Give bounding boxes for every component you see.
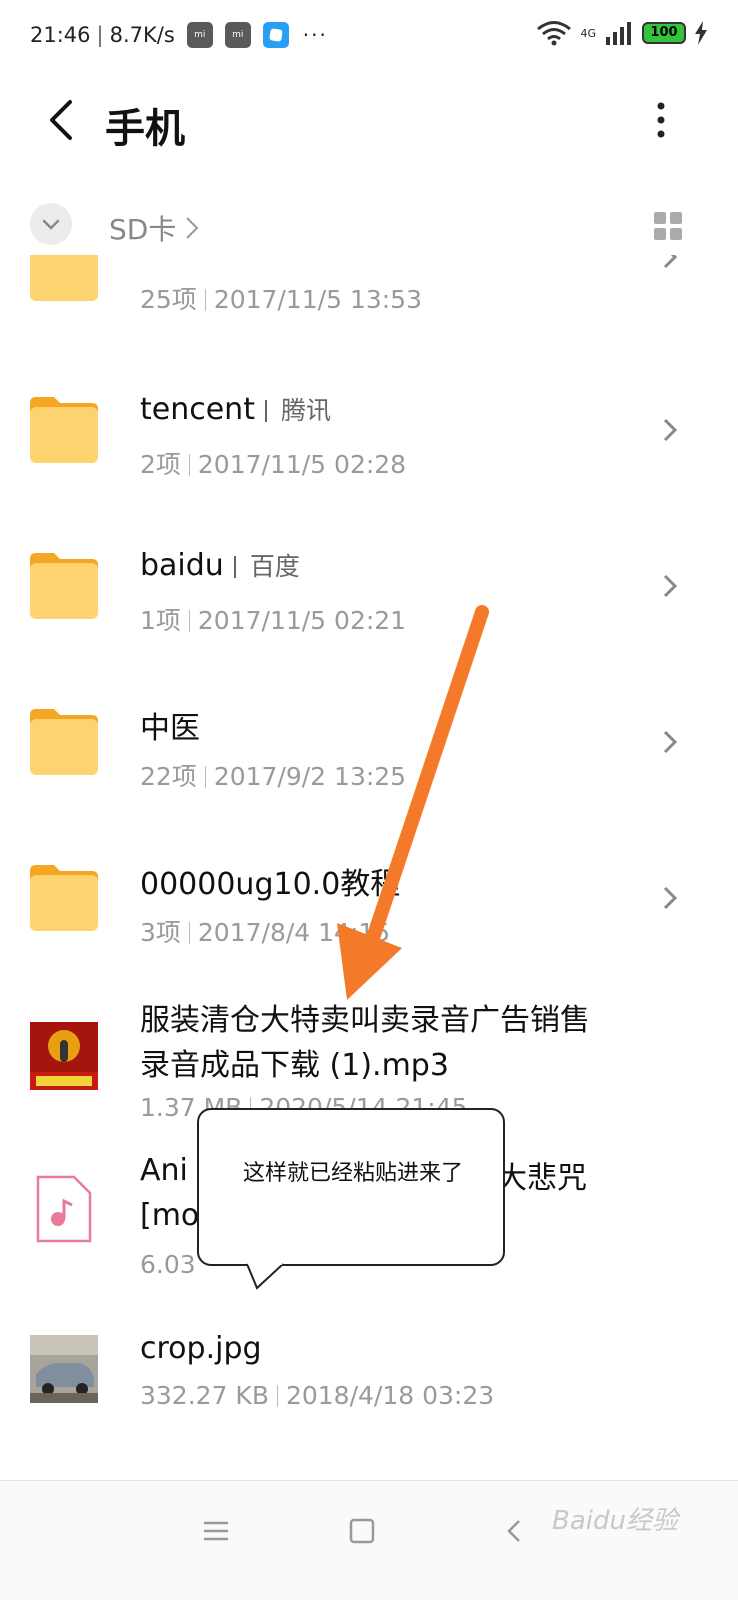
chevron-right-icon — [663, 886, 678, 910]
status-right: 4G 100 — [536, 20, 708, 46]
charging-icon — [695, 21, 707, 45]
item-name-line1: Ani — [140, 1153, 188, 1188]
battery-icon: 100 — [642, 22, 686, 44]
list-item[interactable]: 中医 22项 2017/9/2 13:25 — [0, 697, 738, 853]
item-name: 中医 — [140, 711, 200, 746]
item-meta: 3项 2017/8/4 14:15 — [140, 918, 391, 947]
item-name: crop.jpg — [140, 1331, 262, 1366]
item-name: tencent 腾讯 — [140, 392, 331, 427]
chevron-right-icon — [663, 574, 678, 598]
callout-bubble: 这样就已经粘贴进来了 — [197, 1108, 505, 1266]
item-meta: 25项 2017/11/5 13:53 — [140, 285, 422, 314]
more-options-icon[interactable] — [646, 98, 676, 142]
folder-icon — [30, 553, 98, 619]
network-type: 4G — [580, 26, 596, 40]
item-name-line1-tail: 大悲咒 — [497, 1161, 587, 1196]
item-meta: 22项 2017/9/2 13:25 — [140, 762, 407, 791]
network-speed: 8.7K/s — [109, 23, 175, 47]
list-item[interactable]: crop.jpg 332.27 KB 2018/4/18 03:23 — [0, 1325, 738, 1480]
chevron-right-icon — [663, 255, 678, 269]
folder-icon — [30, 865, 98, 931]
mi-app-icon-2 — [224, 22, 251, 48]
list-item[interactable]: tencent 腾讯 2项 2017/11/5 02:28 — [0, 385, 738, 541]
wifi-icon — [537, 21, 572, 46]
image-thumbnail — [30, 1335, 98, 1403]
item-meta: 2项 2017/11/5 02:28 — [140, 450, 407, 479]
breadcrumb-sd-card[interactable]: SD卡 — [109, 208, 176, 248]
item-name-line2: 录音成品下载 (1).mp3 — [140, 1048, 449, 1083]
chevron-right-icon — [663, 730, 678, 754]
folder-icon — [30, 397, 98, 463]
status-bar: 21:46 | 8.7K/s ··· 4G 100 — [0, 0, 738, 75]
callout-tail — [246, 1262, 284, 1290]
item-meta: 332.27 KB 2018/4/18 03:23 — [140, 1381, 495, 1410]
more-notifications-icon: ··· — [302, 23, 328, 47]
watermark: Baidu经验 — [552, 1506, 678, 1536]
music-file-icon — [36, 1175, 92, 1243]
back-arrow-icon[interactable] — [44, 96, 84, 144]
back-icon[interactable] — [495, 1511, 535, 1551]
menu-icon[interactable] — [196, 1511, 236, 1551]
collapse-path-button[interactable] — [30, 203, 72, 245]
item-name-line2: [mo — [140, 1198, 200, 1233]
grid-view-icon[interactable] — [654, 212, 682, 240]
audio-cover-thumbnail — [30, 1022, 98, 1090]
chevron-down-icon — [42, 219, 60, 230]
home-icon[interactable] — [342, 1511, 382, 1551]
list-item[interactable]: 25项 2017/11/5 13:53 — [0, 255, 738, 401]
folder-icon — [30, 255, 98, 301]
chevron-right-icon — [663, 418, 678, 442]
status-left: 21:46 | 8.7K/s ··· — [30, 22, 328, 48]
signal-icon — [606, 22, 631, 45]
item-meta: 6.03 — [140, 1250, 196, 1279]
item-name-line1: 服装清仓大特卖叫卖录音广告销售 — [140, 1003, 590, 1038]
list-item[interactable]: baidu 百度 1项 2017/11/5 02:21 — [0, 541, 738, 697]
notification-app-icon — [262, 22, 289, 48]
clock: 21:46 — [30, 23, 91, 47]
file-list: 25项 2017/11/5 13:53 tencent 腾讯 2项 2017/11/5… — [0, 255, 738, 1480]
navigation-bar — [0, 1480, 738, 1600]
folder-icon — [30, 709, 98, 775]
callout-text: 这样就已经粘贴进来了 — [242, 1161, 463, 1186]
chevron-right-icon — [186, 217, 199, 239]
breadcrumb[interactable]: SD卡 — [109, 208, 202, 248]
item-name: 00000ug10.0教程 — [140, 867, 401, 902]
mi-app-icon — [186, 22, 213, 48]
page-title: 手机 — [105, 106, 185, 152]
item-name: baidu 百度 — [140, 548, 300, 583]
item-meta: 1项 2017/11/5 02:21 — [140, 606, 407, 635]
